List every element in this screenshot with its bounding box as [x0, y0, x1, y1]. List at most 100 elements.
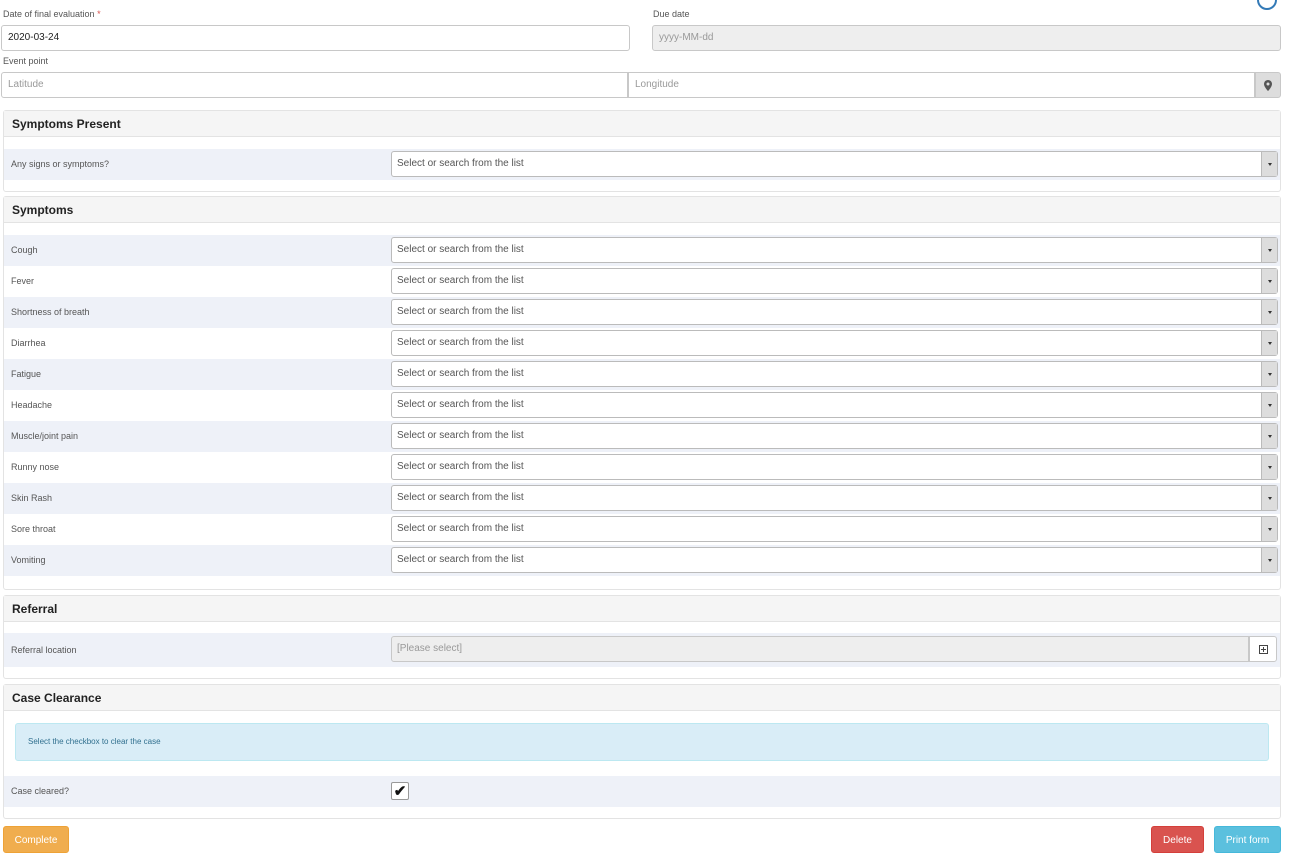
symptom-row: Runny nose Select or search from the lis…	[4, 452, 1280, 483]
help-icon[interactable]	[1257, 0, 1277, 10]
plus-square-icon	[1258, 644, 1268, 654]
latitude-placeholder: Latitude	[8, 79, 44, 90]
dropdown-toggle[interactable]	[1261, 269, 1277, 293]
symptom-select[interactable]: Select or search from the list	[391, 299, 1278, 325]
caret-down-icon	[1267, 403, 1272, 407]
due-date-label: Due date	[653, 9, 690, 19]
dropdown-toggle[interactable]	[1261, 362, 1277, 386]
required-mark: *	[97, 9, 101, 19]
symptom-select-value: Select or search from the list	[397, 399, 524, 410]
symptom-row: Muscle/joint pain Select or search from …	[4, 421, 1280, 452]
caret-down-icon	[1267, 558, 1272, 562]
symptom-label: Diarrhea	[11, 338, 46, 348]
symptom-select-value: Select or search from the list	[397, 244, 524, 255]
case-cleared-checkbox[interactable]: ✔	[391, 782, 409, 800]
symptom-select-value: Select or search from the list	[397, 368, 524, 379]
due-date-placeholder: yyyy-MM-dd	[659, 32, 714, 43]
dropdown-toggle[interactable]	[1261, 424, 1277, 448]
symptom-label: Headache	[11, 400, 53, 410]
caret-down-icon	[1267, 372, 1272, 376]
symptom-label: Cough	[11, 245, 38, 255]
symptom-select[interactable]: Select or search from the list	[391, 516, 1278, 542]
symptom-select-value: Select or search from the list	[397, 461, 524, 472]
symptom-row: Diarrhea Select or search from the list	[4, 328, 1280, 359]
dropdown-toggle[interactable]	[1261, 548, 1277, 572]
symptom-row: Skin Rash Select or search from the list	[4, 483, 1280, 514]
event-point-label: Event point	[3, 56, 49, 66]
dropdown-toggle[interactable]	[1261, 517, 1277, 541]
symptom-select-value: Select or search from the list	[397, 337, 524, 348]
symptom-select[interactable]: Select or search from the list	[391, 268, 1278, 294]
dropdown-toggle[interactable]	[1261, 455, 1277, 479]
date-final-evaluation-label: Date of final evaluation *	[3, 9, 101, 19]
caret-down-icon	[1267, 279, 1272, 283]
longitude-input[interactable]: Longitude	[628, 72, 1255, 98]
dropdown-toggle[interactable]	[1261, 152, 1277, 176]
symptom-label: Runny nose	[11, 462, 60, 472]
symptoms-present-title: Symptoms Present	[4, 111, 1280, 137]
dropdown-toggle[interactable]	[1261, 393, 1277, 417]
print-form-button[interactable]: Print form	[1214, 826, 1281, 853]
symptoms-present-section: Symptoms Present Any signs or symptoms? …	[3, 110, 1281, 192]
checkmark-icon: ✔	[393, 782, 407, 800]
symptom-select[interactable]: Select or search from the list	[391, 485, 1278, 511]
symptom-select[interactable]: Select or search from the list	[391, 237, 1278, 263]
symptoms-section: Symptoms Cough Select or search from the…	[3, 196, 1281, 590]
latitude-input[interactable]: Latitude	[1, 72, 628, 98]
symptom-label: Shortness of breath	[11, 307, 90, 317]
symptom-label: Skin Rash	[11, 493, 53, 503]
symptom-select-value: Select or search from the list	[397, 554, 524, 565]
referral-title: Referral	[4, 596, 1280, 622]
caret-down-icon	[1267, 248, 1272, 252]
delete-button[interactable]: Delete	[1151, 826, 1204, 853]
symptom-label: Muscle/joint pain	[11, 431, 79, 441]
symptom-row: Vomiting Select or search from the list	[4, 545, 1280, 576]
referral-location-label: Referral location	[11, 645, 77, 655]
symptom-row: Sore throat Select or search from the li…	[4, 514, 1280, 545]
symptom-row: Cough Select or search from the list	[4, 235, 1280, 266]
symptom-select[interactable]: Select or search from the list	[391, 330, 1278, 356]
longitude-placeholder: Longitude	[635, 79, 679, 90]
symptom-label: Vomiting	[11, 555, 46, 565]
referral-location-input[interactable]: [Please select]	[391, 636, 1249, 662]
complete-button[interactable]: Complete	[3, 826, 69, 853]
caret-down-icon	[1267, 162, 1272, 166]
symptom-select[interactable]: Select or search from the list	[391, 547, 1278, 573]
caret-down-icon	[1267, 527, 1272, 531]
referral-location-button[interactable]	[1249, 636, 1277, 662]
any-signs-select-value: Select or search from the list	[397, 158, 524, 169]
map-marker-button[interactable]	[1255, 72, 1281, 98]
symptom-label: Sore throat	[11, 524, 56, 534]
symptom-select-value: Select or search from the list	[397, 492, 524, 503]
date-final-evaluation-value: 2020-03-24	[8, 32, 60, 43]
dropdown-toggle[interactable]	[1261, 331, 1277, 355]
dropdown-toggle[interactable]	[1261, 238, 1277, 262]
date-final-evaluation-input[interactable]: 2020-03-24	[1, 25, 630, 51]
case-cleared-label: Case cleared?	[11, 786, 70, 796]
symptom-select-value: Select or search from the list	[397, 275, 524, 286]
symptom-select[interactable]: Select or search from the list	[391, 392, 1278, 418]
date-final-evaluation-label-text: Date of final evaluation	[3, 9, 95, 19]
symptom-row: Shortness of breath Select or search fro…	[4, 297, 1280, 328]
caret-down-icon	[1267, 434, 1272, 438]
caret-down-icon	[1267, 310, 1272, 314]
dropdown-toggle[interactable]	[1261, 300, 1277, 324]
clearance-info-box: Select the checkbox to clear the case	[15, 723, 1269, 761]
case-cleared-row: Case cleared? ✔	[4, 776, 1280, 807]
any-signs-select[interactable]: Select or search from the list	[391, 151, 1278, 177]
symptom-select[interactable]: Select or search from the list	[391, 423, 1278, 449]
symptom-row: Fever Select or search from the list	[4, 266, 1280, 297]
symptom-select-value: Select or search from the list	[397, 306, 524, 317]
symptom-select-value: Select or search from the list	[397, 430, 524, 441]
due-date-input: yyyy-MM-dd	[652, 25, 1281, 51]
symptom-label: Fatigue	[11, 369, 42, 379]
dropdown-toggle[interactable]	[1261, 486, 1277, 510]
caret-down-icon	[1267, 341, 1272, 345]
symptom-select-value: Select or search from the list	[397, 523, 524, 534]
symptom-row: Fatigue Select or search from the list	[4, 359, 1280, 390]
caret-down-icon	[1267, 496, 1272, 500]
symptom-row: Headache Select or search from the list	[4, 390, 1280, 421]
symptom-select[interactable]: Select or search from the list	[391, 361, 1278, 387]
symptom-select[interactable]: Select or search from the list	[391, 454, 1278, 480]
map-marker-icon	[1264, 79, 1272, 91]
